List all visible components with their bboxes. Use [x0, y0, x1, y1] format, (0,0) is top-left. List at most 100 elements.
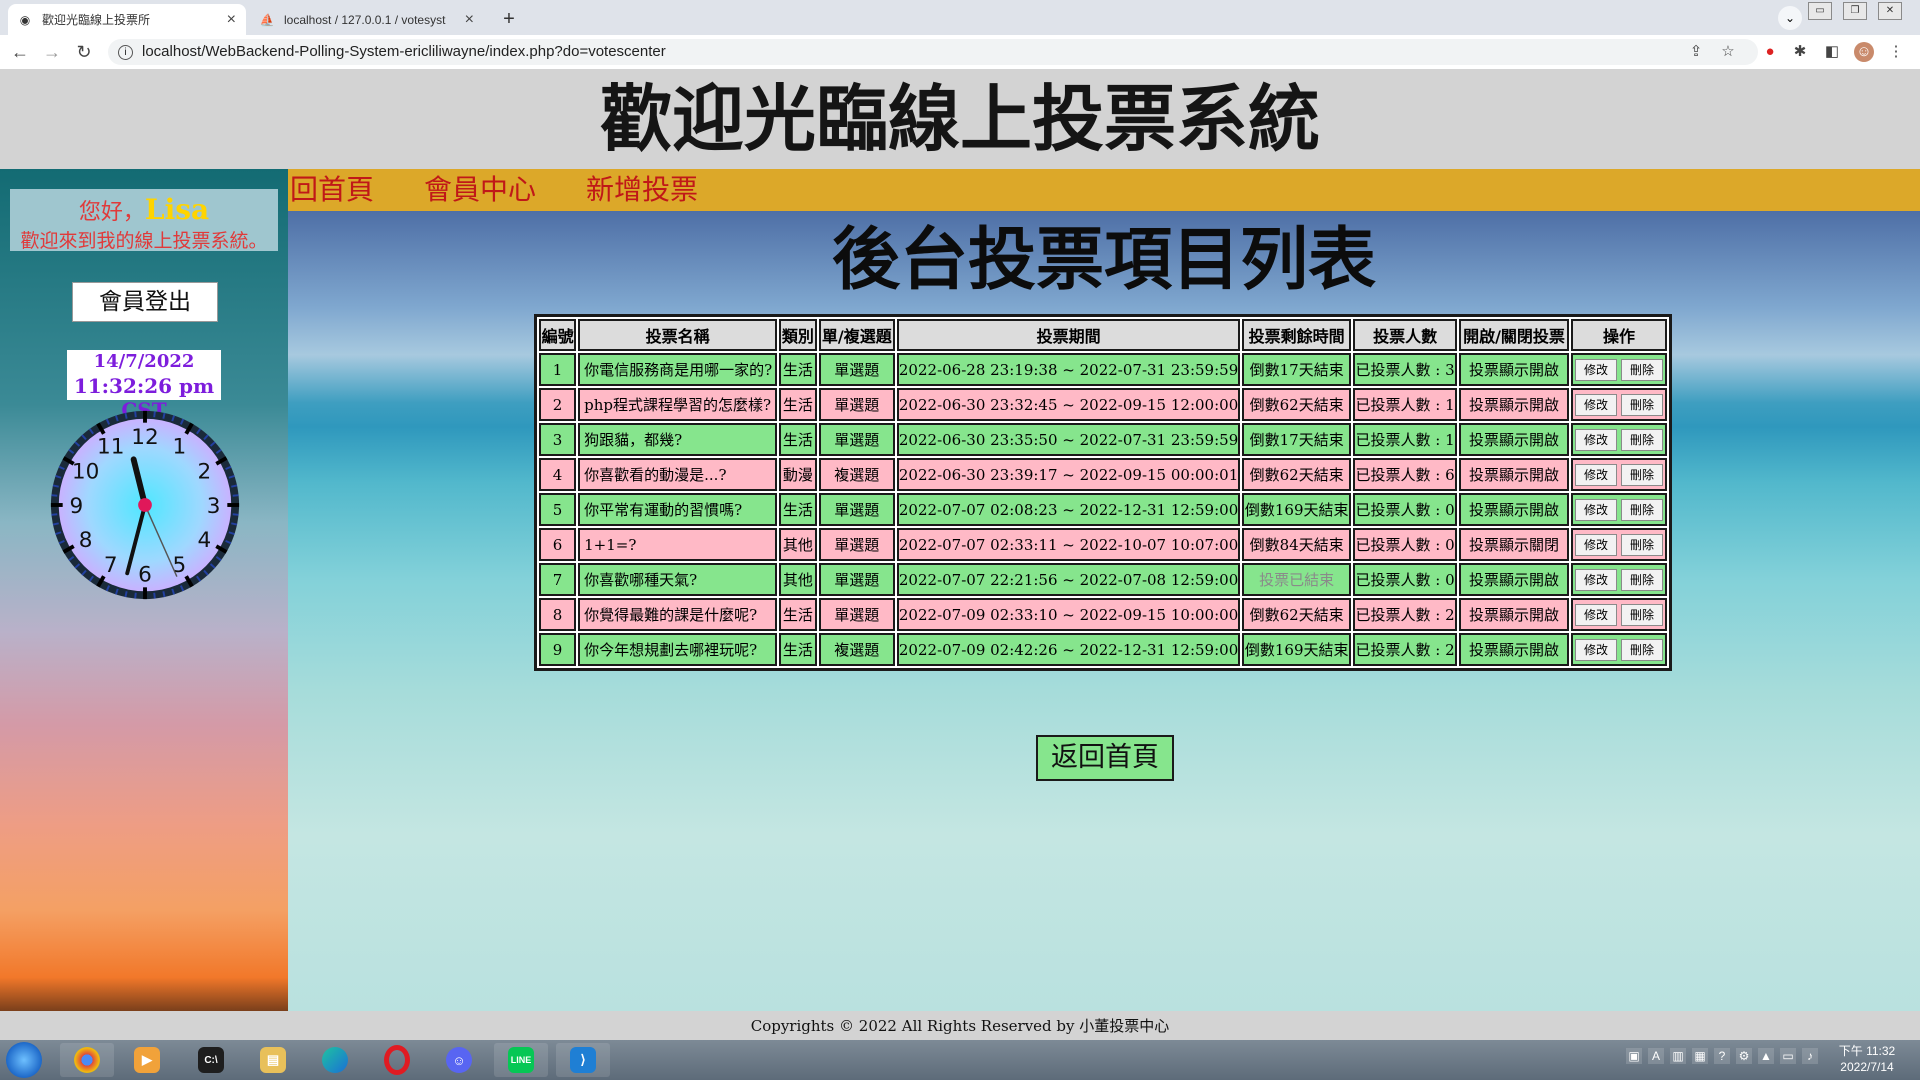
url-text: localhost/WebBackend-Polling-System-eric…: [142, 43, 666, 60]
column-header: 單/複選題: [818, 319, 895, 351]
opera-icon[interactable]: [370, 1043, 424, 1077]
edit-button[interactable]: 修改: [1574, 463, 1617, 486]
delete-button[interactable]: 刪除: [1620, 358, 1663, 381]
poll-period-cell: 2022-06-30 23:35:50 ~ 2022-07-31 23:59:5…: [896, 423, 1241, 456]
poll-actions-cell: 修改 刪除: [1570, 563, 1667, 596]
back-arrow-icon[interactable]: ←: [8, 40, 32, 64]
clock-number: 6: [138, 562, 152, 587]
column-header: 投票人數: [1353, 319, 1458, 351]
poll-type-cell: 單選題: [818, 353, 895, 386]
poll-period-cell: 2022-07-07 02:33:11 ~ 2022-10-07 10:07:0…: [896, 528, 1241, 561]
discord-icon[interactable]: ☺: [432, 1043, 486, 1077]
delete-button[interactable]: 刪除: [1620, 568, 1663, 591]
poll-category-cell: 其他: [779, 563, 817, 596]
poll-category-cell: 生活: [779, 423, 817, 456]
clock-tick: [232, 494, 239, 497]
logout-button[interactable]: 會員登出: [72, 282, 218, 322]
help-icon[interactable]: ?: [1714, 1048, 1730, 1064]
browser-tab-phpmyadmin[interactable]: ⛵ localhost / 127.0.0.1 / votesyst ×: [250, 4, 484, 35]
delete-button[interactable]: 刪除: [1620, 393, 1663, 416]
close-icon[interactable]: ×: [465, 11, 474, 29]
clock-number: 2: [198, 460, 212, 485]
delete-button[interactable]: 刪除: [1620, 603, 1663, 626]
nav-bar: 回首頁 會員中心 新增投票: [288, 169, 1920, 211]
clock-tick: [124, 412, 128, 419]
address-bar[interactable]: i localhost/WebBackend-Polling-System-er…: [108, 39, 1758, 65]
close-icon[interactable]: ×: [227, 11, 236, 29]
edge-icon[interactable]: [308, 1043, 362, 1077]
line-icon[interactable]: LINE: [494, 1043, 548, 1077]
edit-button[interactable]: 修改: [1574, 358, 1617, 381]
vscode-icon[interactable]: ⟩: [556, 1043, 610, 1077]
delete-button[interactable]: 刪除: [1620, 533, 1663, 556]
minimize-icon[interactable]: ▭: [1808, 2, 1832, 20]
system-clock[interactable]: 下午 11:32 2022/7/14: [1820, 1043, 1914, 1075]
file-explorer-icon[interactable]: ▤: [246, 1043, 300, 1077]
edit-button[interactable]: 修改: [1574, 393, 1617, 416]
extensions-icon[interactable]: ✱: [1790, 42, 1810, 62]
info-icon[interactable]: i: [118, 45, 133, 60]
profile-avatar-icon[interactable]: ☺: [1854, 42, 1874, 62]
delete-button[interactable]: 刪除: [1620, 428, 1663, 451]
clock-number: 1: [172, 434, 186, 459]
chrome-icon[interactable]: [60, 1043, 114, 1077]
close-window-icon[interactable]: ✕: [1878, 2, 1902, 20]
poll-period-cell: 2022-07-07 02:08:23 ~ 2022-12-31 12:59:0…: [896, 493, 1241, 526]
tray-display-icon[interactable]: ▦: [1692, 1048, 1708, 1064]
edit-button[interactable]: 修改: [1574, 498, 1617, 521]
clock-center: [138, 498, 152, 512]
poll-id-cell: 8: [539, 598, 577, 631]
nav-add-poll-link[interactable]: 新增投票: [586, 171, 698, 209]
poll-type-cell: 複選題: [818, 633, 895, 666]
forward-arrow-icon[interactable]: →: [40, 40, 64, 64]
media-player-icon[interactable]: ▶: [120, 1043, 174, 1077]
new-tab-button[interactable]: +: [496, 6, 522, 32]
menu-dots-icon[interactable]: ⋮: [1886, 42, 1906, 62]
chevron-down-icon[interactable]: ⌄: [1778, 6, 1802, 30]
column-header: 投票名稱: [578, 319, 778, 351]
network-icon[interactable]: ▭: [1780, 1048, 1796, 1064]
star-icon[interactable]: ☆: [1718, 42, 1738, 62]
clock-number: 12: [131, 425, 158, 450]
sidebar: 您好，Lisa 歡迎來到我的線上投票系統。 會員登出 14/7/2022 11:…: [0, 169, 288, 1011]
reload-icon[interactable]: ↻: [72, 40, 96, 64]
poll-remaining-cell: 倒數62天結束: [1242, 388, 1352, 421]
ime-icon[interactable]: A: [1648, 1048, 1664, 1064]
start-button[interactable]: [6, 1042, 42, 1078]
poll-period-cell: 2022-07-09 02:33:10 ~ 2022-09-15 10:00:0…: [896, 598, 1241, 631]
poll-id-cell: 5: [539, 493, 577, 526]
nav-home-link[interactable]: 回首頁: [290, 171, 374, 209]
poll-voters-cell: 已投票人數 : 0: [1353, 563, 1458, 596]
volume-icon[interactable]: ♪: [1802, 1048, 1818, 1064]
delete-button[interactable]: 刪除: [1620, 638, 1663, 661]
delete-button[interactable]: 刪除: [1620, 498, 1663, 521]
restore-icon[interactable]: ❐: [1843, 2, 1867, 20]
record-icon[interactable]: ●: [1760, 42, 1780, 62]
tray-settings-icon[interactable]: ⚙: [1736, 1048, 1752, 1064]
browser-tab-active[interactable]: ◉ 歡迎光臨線上投票所 ×: [8, 4, 246, 35]
delete-button[interactable]: 刪除: [1620, 463, 1663, 486]
show-hidden-icon[interactable]: ▲: [1758, 1048, 1774, 1064]
terminal-icon[interactable]: C:\: [184, 1043, 238, 1077]
share-icon[interactable]: ⇪: [1686, 42, 1706, 62]
clock-number: 3: [207, 494, 221, 519]
edit-button[interactable]: 修改: [1574, 428, 1617, 451]
nav-member-center-link[interactable]: 會員中心: [424, 171, 536, 209]
clock-number: 10: [72, 460, 99, 485]
page-title: 後台投票項目列表: [831, 221, 1376, 300]
poll-name-cell: php程式課程學習的怎麼樣?: [578, 388, 778, 421]
tray-app-icon[interactable]: ▣: [1626, 1048, 1642, 1064]
tray-window-icon[interactable]: ▥: [1670, 1048, 1686, 1064]
poll-table: 編號 投票名稱 類別 單/複選題 投票期間 投票剩餘時間 投票人數 開啟/關閉投…: [534, 314, 1672, 671]
back-home-button[interactable]: 返回首頁: [1036, 735, 1174, 781]
clock-number: 7: [104, 553, 118, 578]
side-panel-icon[interactable]: ◧: [1822, 42, 1842, 62]
system-date: 2022/7/14: [1840, 1060, 1894, 1074]
edit-button[interactable]: 修改: [1574, 638, 1617, 661]
edit-button[interactable]: 修改: [1574, 568, 1617, 591]
table-row: 3 狗跟貓，都幾? 生活 單選題 2022-06-30 23:35:50 ~ 2022-…: [539, 423, 1667, 456]
edit-button[interactable]: 修改: [1574, 603, 1617, 626]
edit-button[interactable]: 修改: [1574, 533, 1617, 556]
poll-actions-cell: 修改 刪除: [1570, 598, 1667, 631]
column-header: 開啟/關閉投票: [1459, 319, 1569, 351]
